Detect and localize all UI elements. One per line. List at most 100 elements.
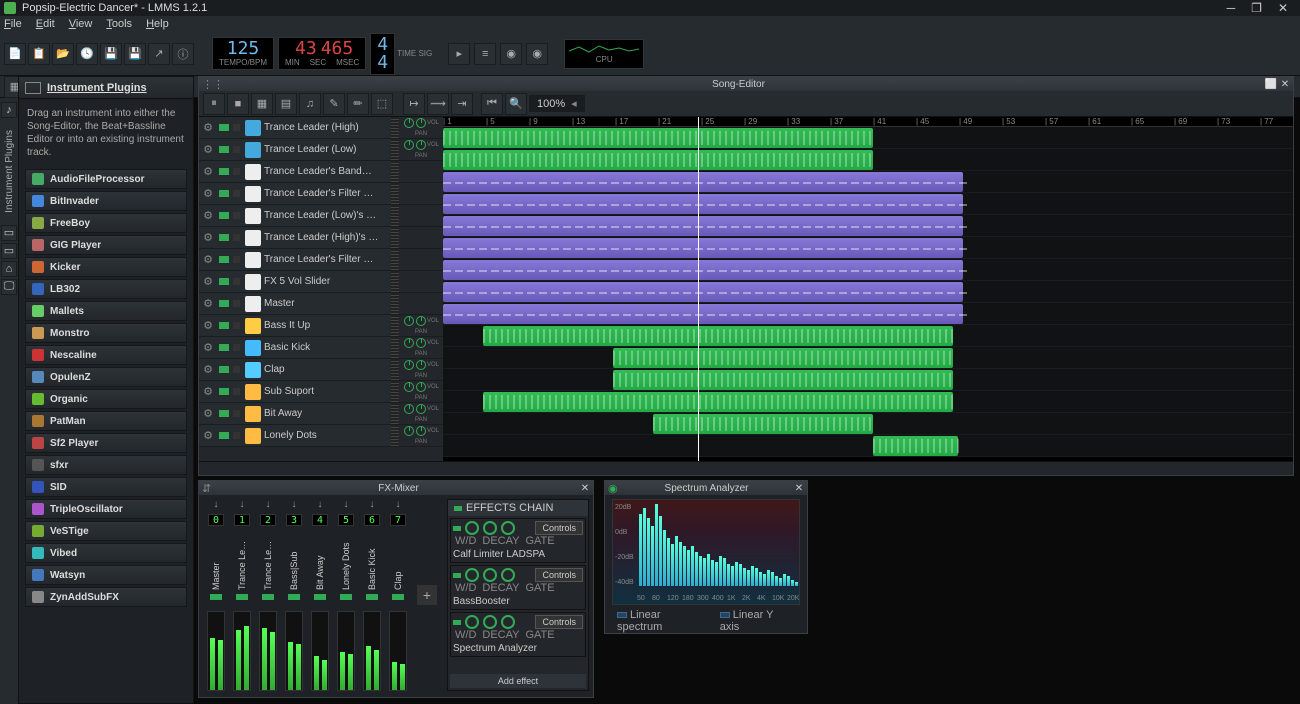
track-lane[interactable]	[443, 127, 1293, 149]
plugin-item[interactable]: Sf2 Player	[25, 433, 187, 453]
track-grip-icon[interactable]	[391, 315, 399, 336]
mute-led[interactable]	[288, 594, 300, 600]
mixer-channel[interactable]: ↓ 7 Clap	[386, 499, 410, 691]
track-grip-icon[interactable]	[391, 271, 399, 292]
horizontal-scrollbar[interactable]	[199, 461, 1293, 475]
wd-knob[interactable]	[465, 521, 479, 535]
menu-item[interactable]: File	[4, 18, 22, 30]
track-gear-icon[interactable]: ⚙	[199, 385, 217, 398]
track-header[interactable]: ⚙ Master	[199, 293, 399, 315]
track-mute-button[interactable]	[219, 322, 229, 329]
track-mute-button[interactable]	[219, 256, 229, 263]
track-solo-button[interactable]	[233, 212, 240, 219]
plugin-item[interactable]: Watsyn	[25, 565, 187, 585]
rewind-button[interactable]: ↦	[403, 93, 425, 115]
pan-knob[interactable]	[416, 316, 426, 326]
fader[interactable]	[207, 611, 225, 691]
mute-led[interactable]	[392, 594, 404, 600]
track-lane[interactable]	[443, 171, 1293, 193]
track-lane[interactable]	[443, 369, 1293, 391]
mixer-channel[interactable]: ↓ 0 Master	[204, 499, 228, 691]
track-header[interactable]: ⚙ Clap	[199, 359, 399, 381]
track-gear-icon[interactable]: ⚙	[199, 121, 217, 134]
track-mute-button[interactable]	[219, 234, 229, 241]
track-gear-icon[interactable]: ⚙	[199, 209, 217, 222]
clip[interactable]	[443, 304, 963, 324]
recent-button[interactable]: 🕓	[76, 43, 98, 65]
send-arrow-icon[interactable]: ↓	[292, 499, 297, 510]
open-button[interactable]: 📂	[52, 43, 74, 65]
instrument-icon[interactable]	[245, 164, 261, 180]
playhead[interactable]	[698, 117, 699, 461]
vol-knob[interactable]	[404, 118, 414, 128]
add-sample-button[interactable]: ♫	[299, 93, 321, 115]
effect-slot[interactable]: Controls W/DDECAYGATE Calf Limiter LADSP…	[450, 518, 586, 563]
instrument-icon[interactable]	[245, 274, 261, 290]
track-gear-icon[interactable]: ⚙	[199, 165, 217, 178]
track-grip-icon[interactable]	[391, 337, 399, 358]
ffwd-button[interactable]: ⟿	[427, 93, 449, 115]
track-solo-button[interactable]	[233, 300, 240, 307]
subwin-close[interactable]: ✕	[579, 482, 591, 494]
plugin-item[interactable]: Vibed	[25, 543, 187, 563]
track-solo-button[interactable]	[233, 168, 240, 175]
track-header[interactable]: ⚙ Trance Leader's Filter …	[199, 183, 399, 205]
clip[interactable]	[613, 370, 953, 390]
instrument-icon[interactable]	[245, 406, 261, 422]
pan-knob[interactable]	[416, 404, 426, 414]
clip[interactable]	[443, 194, 963, 214]
clip[interactable]	[483, 392, 953, 412]
track-header[interactable]: ⚙ Trance Leader (Low)	[199, 139, 399, 161]
track-solo-button[interactable]	[233, 190, 240, 197]
plugin-item[interactable]: BitInvader	[25, 191, 187, 211]
effect-led[interactable]	[453, 526, 461, 531]
plugin-item[interactable]: Monstro	[25, 323, 187, 343]
send-arrow-icon[interactable]: ↓	[344, 499, 349, 510]
instrument-icon[interactable]	[245, 120, 261, 136]
add-effect-button[interactable]: Add effect	[450, 674, 586, 688]
add-auto-button[interactable]: ✎	[323, 93, 345, 115]
add-channel-button[interactable]: +	[417, 585, 437, 605]
clip[interactable]	[483, 326, 953, 346]
plugin-item[interactable]: sfxr	[25, 455, 187, 475]
track-gear-icon[interactable]: ⚙	[199, 143, 217, 156]
track-lane[interactable]	[443, 259, 1293, 281]
track-grip-icon[interactable]	[391, 381, 399, 402]
timesig-display[interactable]: 4 4	[370, 33, 395, 75]
mute-led[interactable]	[210, 594, 222, 600]
fader[interactable]	[259, 611, 277, 691]
track-header[interactable]: ⚙ Trance Leader (High)'s …	[199, 227, 399, 249]
instrument-icon[interactable]	[245, 142, 261, 158]
send-arrow-icon[interactable]: ↓	[240, 499, 245, 510]
save-as-button[interactable]: 💾	[124, 43, 146, 65]
track-header[interactable]: ⚙ Trance Leader (High)	[199, 117, 399, 139]
mixer-channel[interactable]: ↓ 4 Bit Away	[308, 499, 332, 691]
clip[interactable]	[443, 150, 873, 170]
instrument-icon[interactable]	[245, 230, 261, 246]
track-header[interactable]: ⚙ Trance Leader's Band…	[199, 161, 399, 183]
hq-button[interactable]: ▸	[448, 43, 470, 65]
clip[interactable]	[653, 414, 873, 434]
draw-mode-button[interactable]: ✏	[347, 93, 369, 115]
zoom-icon[interactable]: 🔍	[505, 93, 527, 115]
instrument-icon[interactable]	[245, 340, 261, 356]
instrument-icon[interactable]	[245, 208, 261, 224]
vol-knob[interactable]	[404, 360, 414, 370]
mixer-channel[interactable]: ↓ 2 Trance Le…	[256, 499, 280, 691]
track-gear-icon[interactable]: ⚙	[199, 275, 217, 288]
track-grip-icon[interactable]	[391, 359, 399, 380]
track-mute-button[interactable]	[219, 212, 229, 219]
track-header[interactable]: ⚙ Bit Away	[199, 403, 399, 425]
mute-led[interactable]	[340, 594, 352, 600]
track-lane[interactable]	[443, 325, 1293, 347]
controls-button[interactable]: Controls	[535, 568, 583, 582]
menu-item[interactable]: Help	[146, 18, 169, 30]
mute-led[interactable]	[314, 594, 326, 600]
subwin-close[interactable]: ✕	[1279, 78, 1291, 90]
clip[interactable]	[443, 216, 963, 236]
chain-led-icon[interactable]	[454, 506, 462, 511]
track-solo-button[interactable]	[233, 146, 240, 153]
mixer-channel[interactable]: ↓ 1 Trance Le…	[230, 499, 254, 691]
clip[interactable]	[443, 282, 963, 302]
mute-led[interactable]	[262, 594, 274, 600]
